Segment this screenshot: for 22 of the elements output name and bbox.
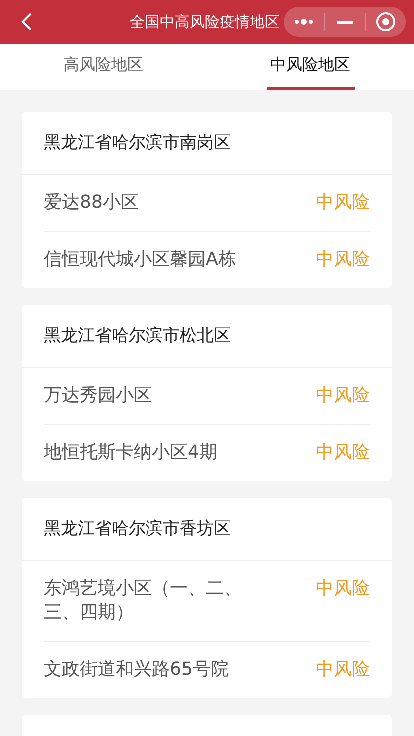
risk-level: 中风险 <box>316 191 370 215</box>
region-title: 黑龙江省哈尔滨市南岗区 <box>22 112 392 175</box>
risk-level: 中风险 <box>316 658 370 682</box>
risk-level: 中风险 <box>316 577 370 601</box>
region-title: 黑龙江省哈尔滨市松北区 <box>22 305 392 368</box>
risk-level: 中风险 <box>316 441 370 465</box>
close-icon[interactable] <box>376 12 396 32</box>
minimize-icon[interactable] <box>337 20 353 24</box>
community-name: 文政街道和兴路65号院 <box>44 658 230 682</box>
community-name: 爱达88小区 <box>44 191 140 215</box>
community-name: 万达秀园小区 <box>44 384 153 408</box>
community-name: 东鸿艺境小区（一、二、三、四期） <box>44 577 243 625</box>
community-name: 地恒托斯卡纳小区4期 <box>44 441 218 465</box>
more-icon[interactable] <box>294 19 314 25</box>
tab[interactable]: 高风险地区 <box>60 44 148 90</box>
risk-level: 中风险 <box>316 384 370 408</box>
page-title: 全国中高风险疫情地区 <box>130 12 280 33</box>
community-name: 信恒现代城小区馨园A栋 <box>44 248 238 272</box>
tab[interactable]: 中风险地区 <box>266 44 354 90</box>
back-icon[interactable] <box>20 12 34 32</box>
region-title: 黑龙江省哈尔滨市香坊区 <box>22 498 392 561</box>
risk-level: 中风险 <box>316 248 370 272</box>
